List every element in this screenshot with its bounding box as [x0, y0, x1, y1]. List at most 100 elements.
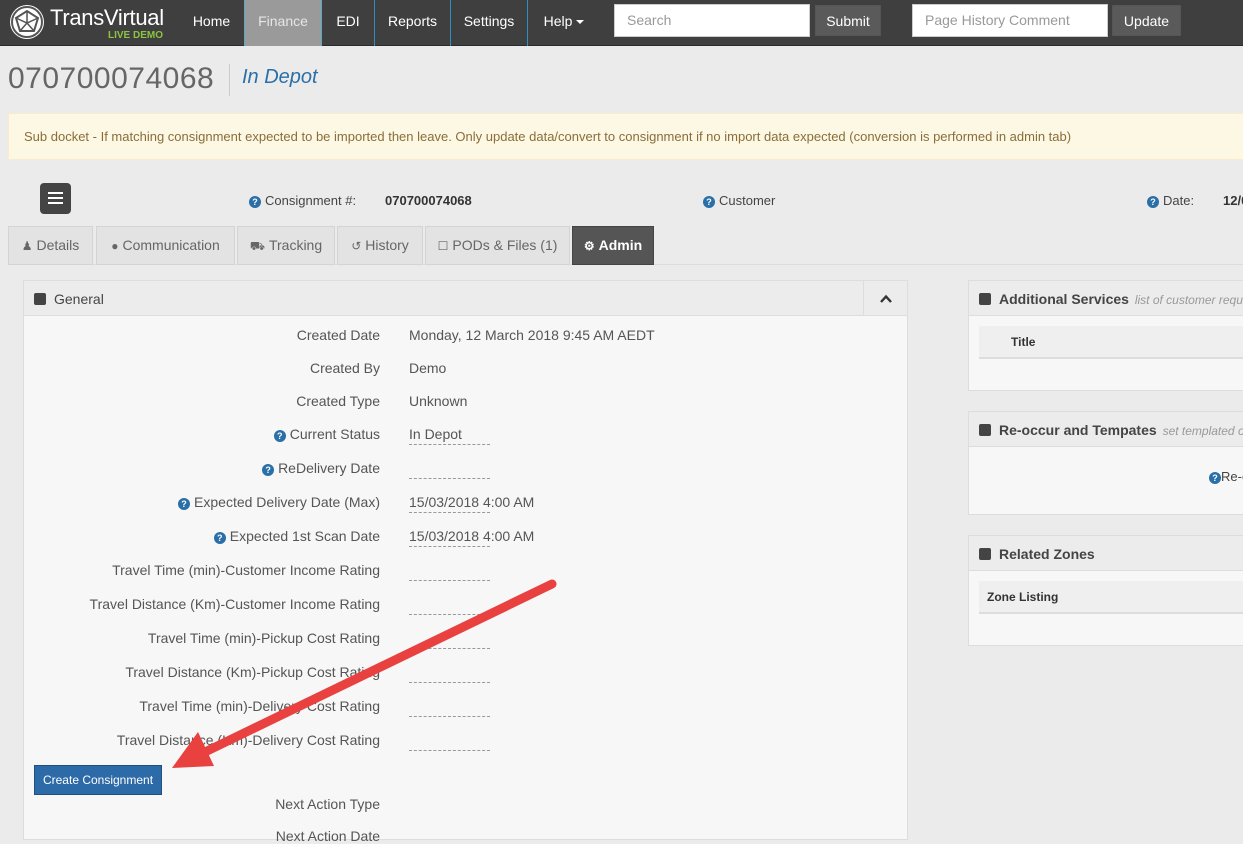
tab-details[interactable]: ♟ Details — [8, 226, 93, 265]
brand-name: TransVirtual — [50, 5, 164, 30]
user-icon: ♟ — [21, 239, 33, 253]
title-column-header: Title — [1011, 335, 1036, 349]
hamburger-menu-button[interactable] — [40, 183, 71, 214]
general-panel: General Created Date Monday, 12 March 201… — [20, 280, 908, 844]
tab-history[interactable]: ↺ History — [337, 226, 423, 265]
menu-bar-icon — [48, 202, 63, 204]
general-row-label-text: Created Date — [296, 327, 380, 343]
additional-services-title: Additional Services list of customer req… — [999, 291, 1243, 307]
nav-settings-label: Settings — [463, 13, 515, 29]
page-title: 070700074068 — [8, 62, 215, 95]
reoccur-subtitle: set templated or r — [1162, 424, 1243, 438]
reoccur-field-text: Re-c — [1221, 469, 1243, 484]
general-row-label-text: Created Type — [296, 393, 380, 409]
nav-help-label: Help — [543, 13, 573, 29]
alert-text: Sub docket - If matching consignment exp… — [24, 129, 1072, 144]
submit-button[interactable]: Submit — [815, 5, 881, 36]
history-icon: ↺ — [351, 239, 362, 253]
general-row-value[interactable]: 15/03/2018 4:00 AM — [409, 494, 534, 510]
zone-listing-column-header: Zone Listing — [987, 590, 1059, 604]
editable-field-underline[interactable] — [409, 682, 490, 683]
general-row-label-text: Travel Time (min)-Delivery Cost Rating — [139, 698, 380, 714]
tab-pods-files-label: PODs & Files (1) — [452, 237, 558, 253]
help-icon[interactable]: ? — [249, 196, 261, 208]
brand-logo[interactable]: TransVirtual LIVE DEMO — [8, 3, 178, 43]
globe-icon — [10, 5, 44, 39]
editable-field-underline[interactable] — [409, 614, 490, 615]
collapse-button[interactable] — [863, 281, 907, 316]
nav-reports-label: Reports — [387, 13, 438, 29]
general-row-label-text: Created By — [309, 360, 380, 376]
editable-field-underline[interactable] — [409, 648, 490, 649]
help-icon[interactable]: ? — [273, 430, 286, 442]
nav-reports[interactable]: Reports — [375, 0, 451, 46]
general-row-label: Travel Time (min)-Customer Income Rating — [20, 562, 380, 578]
nav-help[interactable]: Help — [528, 0, 600, 46]
help-icon[interactable]: ? — [178, 498, 191, 510]
panel-square-icon — [979, 548, 991, 560]
editable-field-underline[interactable] — [409, 546, 490, 547]
create-consignment-button[interactable]: Create Consignment — [34, 765, 162, 795]
help-icon[interactable]: ? — [1209, 472, 1221, 484]
editable-field-underline[interactable] — [409, 716, 490, 717]
general-row-label: Travel Time (min)-Delivery Cost Rating — [20, 698, 380, 714]
nav-finance-label: Finance — [258, 13, 308, 29]
additional-services-subtitle: list of customer reques — [1134, 293, 1243, 307]
general-row-label: ? Expected 1st Scan Date — [20, 528, 380, 544]
additional-services-header: Additional Services list of customer req… — [969, 281, 1243, 316]
update-button[interactable]: Update — [1112, 5, 1181, 36]
general-row-label: Travel Distance (Km)-Pickup Cost Rating — [20, 664, 380, 680]
search-input[interactable]: Search — [614, 4, 810, 37]
page-history-comment-input[interactable]: Page History Comment — [912, 4, 1108, 37]
zones-table-header: Zone Listing — [979, 581, 1243, 614]
reoccur-panel: Re-occur and Tempates set templated or r… — [968, 411, 1243, 515]
general-row-value[interactable]: 15/03/2018 4:00 AM — [409, 528, 534, 544]
tab-pods-files[interactable]: ☐ PODs & Files (1) — [425, 226, 570, 265]
general-row-value: Unknown — [409, 393, 468, 409]
general-row-value: Demo — [409, 360, 447, 376]
reoccur-header: Re-occur and Tempates set templated or r — [969, 412, 1243, 447]
related-zones-title-text: Related Zones — [999, 546, 1095, 562]
nav-settings[interactable]: Settings — [451, 0, 528, 46]
general-row-label: ? Expected Delivery Date (Max) — [20, 494, 380, 510]
brand-subtitle: LIVE DEMO — [108, 30, 164, 41]
file-icon: ☐ — [437, 239, 449, 253]
general-row-label-text: Travel Time (min)-Customer Income Rating — [112, 562, 380, 578]
reoccur-title: Re-occur and Tempates set templated or r — [999, 422, 1243, 438]
nav-home[interactable]: Home — [179, 0, 245, 46]
tab-tracking[interactable]: ⛟ Tracking — [237, 226, 335, 265]
editable-field-underline[interactable] — [409, 512, 490, 513]
tab-communication-label: Communication — [122, 237, 220, 253]
comment-icon: ● — [111, 239, 119, 253]
help-icon[interactable]: ? — [262, 464, 275, 476]
nav-edi-label: EDI — [336, 13, 360, 29]
tab-communication[interactable]: ● Communication — [96, 226, 235, 265]
top-navbar: TransVirtual LIVE DEMO Home Finance EDI … — [0, 0, 1243, 46]
editable-field-underline[interactable] — [409, 478, 490, 479]
status-label: In Depot — [242, 66, 318, 88]
general-title-text: General — [54, 291, 104, 307]
nav-edi[interactable]: EDI — [322, 0, 375, 46]
next-action-date-label: Next Action Date — [275, 828, 380, 844]
general-row-label: Travel Distance (Km)-Customer Income Rat… — [20, 596, 380, 612]
general-row-label-text: Current Status — [289, 426, 380, 442]
help-icon[interactable]: ? — [1147, 196, 1159, 208]
general-row-label: Created Date — [20, 327, 380, 343]
date-field-label: ? Date: — [1147, 193, 1194, 208]
editable-field-underline[interactable] — [409, 750, 490, 751]
help-icon[interactable]: ? — [703, 196, 715, 208]
date-field-value: 12/0 — [1223, 193, 1243, 208]
general-row-label: ? Current Status — [20, 426, 380, 442]
editable-field-underline[interactable] — [409, 580, 490, 581]
general-row-label: Travel Distance (Km)-Delivery Cost Ratin… — [20, 732, 380, 748]
general-row-label: ? ReDelivery Date — [20, 460, 380, 476]
nav-home-label: Home — [192, 13, 231, 29]
general-row-label-text: ReDelivery Date — [278, 460, 380, 476]
editable-field-underline[interactable] — [409, 444, 490, 445]
tab-admin[interactable]: ⚙ Admin — [572, 226, 654, 265]
help-icon[interactable]: ? — [213, 532, 226, 544]
general-row-label-text: Travel Distance (Km)-Delivery Cost Ratin… — [116, 732, 380, 748]
general-row-value: Monday, 12 March 2018 9:45 AM AEDT — [409, 327, 655, 343]
nav-finance[interactable]: Finance — [244, 0, 322, 46]
general-row-value[interactable]: In Depot — [409, 426, 462, 442]
